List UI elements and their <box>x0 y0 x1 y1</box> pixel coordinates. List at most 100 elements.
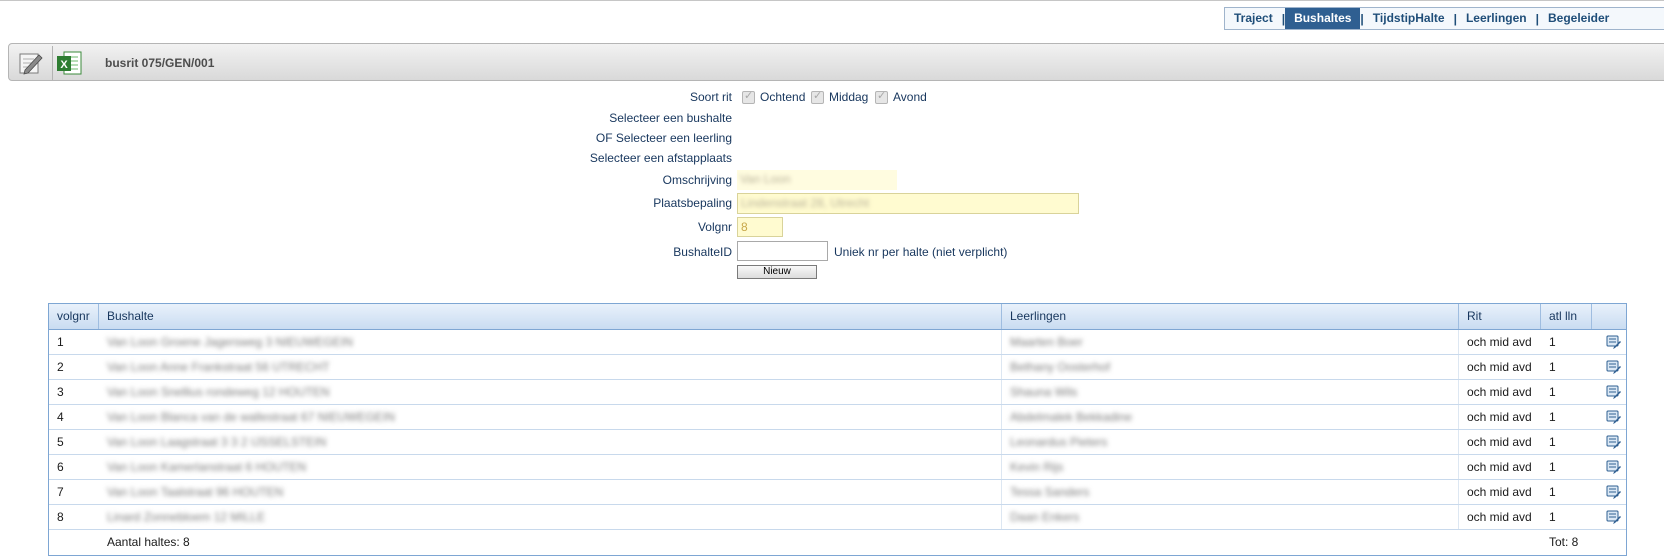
bushalte-text: Van Loon Snellius rondeweg 12 HOUTEN <box>107 385 330 399</box>
table-row[interactable]: 3 Van Loon Snellius rondeweg 12 HOUTEN Sha… <box>49 380 1626 405</box>
top-border <box>0 0 1664 1</box>
cell-leerlingen: Bethany Oosterhof <box>1002 355 1459 379</box>
nieuw-button[interactable]: Nieuw <box>737 265 817 279</box>
table-row[interactable]: 8 Linard Zonnebloem 12 MILLE Daan Enkers oc… <box>49 505 1626 530</box>
cell-aantal: 1 <box>1549 410 1556 424</box>
omschrijving-value: Van Loon <box>740 172 791 186</box>
nav-leerlingen[interactable]: Leerlingen <box>1457 8 1536 29</box>
header-aantal[interactable]: atl lln <box>1541 304 1592 329</box>
cell-volgnr: 3 <box>57 385 64 399</box>
bushalte-text: Van Loon Anne Frankstraat 56 UTRECHT <box>107 360 330 374</box>
table-footer: Aantal haltes: 8 Tot: 8 <box>49 530 1626 555</box>
leerlingen-text: Kevin Rijs <box>1010 460 1064 474</box>
bus-stop-edit-icon[interactable] <box>1592 355 1625 379</box>
cell-rit: och mid avd <box>1467 410 1532 424</box>
check-middag[interactable]: Middag <box>811 89 869 104</box>
table-row[interactable]: 5 Van Loon Laagstraat 3 3 2 IJSSELSTEIN Le… <box>49 430 1626 455</box>
ochtend-checkbox[interactable] <box>742 89 755 104</box>
select-bushalte-label: Selecteer een bushalte <box>609 111 732 125</box>
cell-rit: och mid avd <box>1467 435 1532 449</box>
plaatsbepaling-field[interactable]: Lindenstraat 28, Utrecht <box>737 193 1079 214</box>
leerlingen-text: Shauna Wils <box>1010 385 1078 399</box>
table-row[interactable]: 4 Van Loon Blanca van de wallestraat 67 N… <box>49 405 1626 430</box>
header-rit[interactable]: Rit <box>1459 304 1541 329</box>
check-ochtend[interactable]: Ochtend <box>742 89 805 104</box>
cell-aantal: 1 <box>1549 385 1556 399</box>
svg-text:X: X <box>60 59 68 71</box>
cell-aantal: 1 <box>1549 485 1556 499</box>
cell-volgnr: 8 <box>57 510 64 524</box>
nav-begeleider[interactable]: Begeleider <box>1539 8 1618 29</box>
plaatsbepaling-label: Plaatsbepaling <box>653 196 732 210</box>
header-volgnr[interactable]: volgnr <box>49 304 99 329</box>
table-row[interactable]: 7 Van Loon Taalstraat 96 HOUTEN Tessa Sand… <box>49 480 1626 505</box>
cell-rit: och mid avd <box>1467 460 1532 474</box>
cell-leerlingen: Kevin Rijs <box>1002 455 1459 479</box>
excel-icon[interactable]: X <box>53 47 85 79</box>
cell-bushalte: Van Loon Blanca van de wallestraat 67 NI… <box>99 405 1002 429</box>
toolbar-title: busrit 075/GEN/001 <box>105 56 215 70</box>
bushalteid-hint: Uniek nr per halte (niet verplicht) <box>834 245 1008 259</box>
leerlingen-text: Tessa Sanders <box>1010 485 1090 499</box>
cell-aantal: 1 <box>1549 435 1556 449</box>
header-bushalte[interactable]: Bushalte <box>99 304 1002 329</box>
bus-stop-edit-icon[interactable] <box>1592 455 1625 479</box>
bus-stop-edit-icon[interactable] <box>1592 505 1625 529</box>
table-row[interactable]: 1 Van Loon Groene Jagersweg 3 NIEUWEGEIN M… <box>49 330 1626 355</box>
soort-rit-label: Soort rit <box>689 90 732 104</box>
bushalte-text: Van Loon Laagstraat 3 3 2 IJSSELSTEIN <box>107 435 327 449</box>
cell-volgnr: 6 <box>57 460 64 474</box>
bus-stop-edit-icon[interactable] <box>1592 330 1625 354</box>
volgnr-value: 8 <box>741 220 748 234</box>
cell-volgnr: 1 <box>57 335 64 349</box>
bushalte-text: Van Loon Kamerlanstraat 6 HOUTEN <box>107 460 307 474</box>
header-leerlingen[interactable]: Leerlingen <box>1002 304 1459 329</box>
bushalteid-input[interactable] <box>737 241 828 261</box>
nav-bushaltes[interactable]: Bushaltes <box>1285 8 1361 29</box>
table-row[interactable]: 2 Van Loon Anne Frankstraat 56 UTRECHT Bet… <box>49 355 1626 380</box>
table-body: 1 Van Loon Groene Jagersweg 3 NIEUWEGEIN M… <box>49 330 1626 530</box>
bus-stop-edit-icon[interactable] <box>1592 380 1625 404</box>
bushalte-text: Linard Zonnebloem 12 MILLE <box>107 510 266 524</box>
cell-aantal: 1 <box>1549 460 1556 474</box>
top-navigation: Traject | Bushaltes | TijdstipHalte | Le… <box>1224 7 1664 30</box>
header-actions <box>1592 304 1625 329</box>
check-avond[interactable]: Avond <box>875 89 927 104</box>
leerlingen-text: Bethany Oosterhof <box>1010 360 1111 374</box>
footer-spacer <box>1459 530 1541 555</box>
omschrijving-field[interactable]: Van Loon <box>737 170 897 190</box>
volgnr-label: Volgnr <box>697 220 732 234</box>
cell-bushalte: Van Loon Kamerlanstraat 6 HOUTEN <box>99 455 1002 479</box>
leerlingen-text: Maarten Boer <box>1010 335 1083 349</box>
cell-volgnr: 7 <box>57 485 64 499</box>
cell-bushalte: Van Loon Taalstraat 96 HOUTEN <box>99 480 1002 504</box>
cell-volgnr: 5 <box>57 435 64 449</box>
leerlingen-text: Abdelmalek Bekkadine <box>1010 410 1133 424</box>
cell-aantal: 1 <box>1549 335 1556 349</box>
nav-traject[interactable]: Traject <box>1225 8 1282 29</box>
bushalte-text: Van Loon Blanca van de wallestraat 67 NI… <box>107 410 395 424</box>
cell-bushalte: Van Loon Snellius rondeweg 12 HOUTEN <box>99 380 1002 404</box>
cell-rit: och mid avd <box>1467 385 1532 399</box>
bushalteid-label: BushalteID <box>673 245 732 259</box>
cell-bushalte: Van Loon Laagstraat 3 3 2 IJSSELSTEIN <box>99 430 1002 454</box>
select-afstapplaats-label: Selecteer een afstapplaats <box>589 151 732 165</box>
leerlingen-text: Daan Enkers <box>1010 510 1080 524</box>
cell-leerlingen: Leonardus Pieters <box>1002 430 1459 454</box>
footer-total: Tot: 8 <box>1549 535 1579 549</box>
cell-volgnr: 2 <box>57 360 64 374</box>
cell-rit: och mid avd <box>1467 360 1532 374</box>
bus-stop-edit-icon[interactable] <box>1592 405 1625 429</box>
middag-checkbox[interactable] <box>811 89 824 104</box>
bushalte-text: Van Loon Taalstraat 96 HOUTEN <box>107 485 284 499</box>
edit-icon[interactable] <box>14 47 46 79</box>
table-row[interactable]: 6 Van Loon Kamerlanstraat 6 HOUTEN Kevin R… <box>49 455 1626 480</box>
avond-checkbox[interactable] <box>875 89 888 104</box>
cell-bushalte: Van Loon Anne Frankstraat 56 UTRECHT <box>99 355 1002 379</box>
nav-tijdstiphalte[interactable]: TijdstipHalte <box>1364 8 1454 29</box>
volgnr-field[interactable]: 8 <box>737 217 783 237</box>
middag-label: Middag <box>829 90 869 104</box>
bus-stop-edit-icon[interactable] <box>1592 480 1625 504</box>
bus-stop-edit-icon[interactable] <box>1592 430 1625 454</box>
cell-bushalte: Linard Zonnebloem 12 MILLE <box>99 505 1002 529</box>
